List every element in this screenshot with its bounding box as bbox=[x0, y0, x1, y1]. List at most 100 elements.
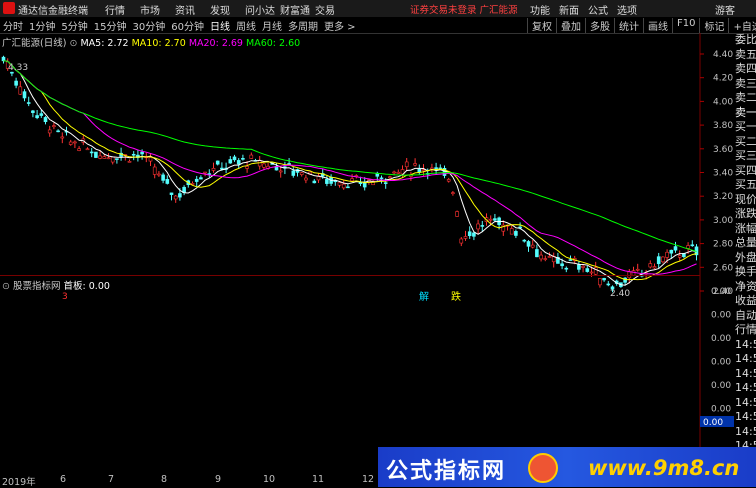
app-name: 通达信金融终端 bbox=[18, 6, 88, 17]
tab-15min[interactable]: 15分钟 bbox=[94, 18, 127, 33]
candle-body bbox=[606, 283, 611, 286]
quote-field-label: 买三 bbox=[735, 149, 756, 162]
candle-body bbox=[396, 171, 401, 174]
candle-body bbox=[161, 174, 165, 181]
title-bar: 通达信金融终端 行情 市场 资讯 发现 问小达 财富通 交易 证券交易未登录 广… bbox=[0, 0, 756, 18]
candle-body bbox=[299, 172, 304, 175]
menu-trade[interactable]: 交易 bbox=[315, 2, 350, 17]
x-label: 2019年 bbox=[2, 477, 36, 488]
candle-body bbox=[52, 125, 56, 127]
candle-body bbox=[56, 130, 60, 133]
candle-body bbox=[60, 136, 65, 139]
candle-body bbox=[451, 192, 455, 194]
tab-1min[interactable]: 1分钟 bbox=[29, 18, 55, 33]
guest-label[interactable]: 游客 bbox=[715, 2, 735, 17]
multi-stock-button[interactable]: 多股 bbox=[585, 18, 614, 33]
ma60-value: MA60: 2.60 bbox=[246, 38, 301, 49]
candle-body bbox=[463, 236, 468, 239]
candle-body bbox=[404, 161, 409, 168]
quote-field-label: 卖五 bbox=[735, 47, 756, 61]
candle-body bbox=[22, 91, 27, 99]
menu-new-page[interactable]: 新面 bbox=[559, 2, 579, 17]
candle-body bbox=[14, 80, 18, 86]
candle-body bbox=[547, 256, 552, 258]
stock-name: 广汇能源(日线) bbox=[2, 38, 67, 49]
mark-button[interactable]: 标记 bbox=[699, 18, 728, 33]
candle-body bbox=[169, 192, 174, 195]
candle-body bbox=[77, 148, 81, 151]
time-axis: 2019年 6 7 8 9 10 11 12 bbox=[0, 473, 378, 488]
restore-rights-button[interactable]: 复权 bbox=[527, 18, 556, 33]
candle-body bbox=[173, 195, 178, 200]
candle-body bbox=[677, 255, 682, 258]
candle-body bbox=[165, 179, 170, 184]
y-tick-label: 3.00 bbox=[713, 216, 733, 226]
candlestick-chart[interactable]: 4.40 4.20 4.00 3.80 3.60 3.40 3.20 3.00 2.80 2.60… bbox=[0, 33, 735, 473]
menu-options[interactable]: 选项 bbox=[617, 2, 637, 17]
candle-body bbox=[539, 254, 543, 260]
tab-60min[interactable]: 60分钟 bbox=[171, 18, 204, 33]
candle-body bbox=[18, 86, 23, 95]
candle-body bbox=[304, 177, 308, 181]
menu-marketplace[interactable]: 市场 bbox=[140, 2, 175, 17]
tab-more[interactable]: 更多 > bbox=[324, 18, 356, 33]
candle-body bbox=[476, 223, 480, 230]
coin-logo-icon bbox=[528, 453, 558, 483]
indicator-settings-icon[interactable]: ⊙ bbox=[2, 281, 10, 292]
menu-function[interactable]: 功能 bbox=[530, 2, 550, 17]
overlay-button[interactable]: 叠加 bbox=[556, 18, 585, 33]
candle-body bbox=[383, 182, 388, 184]
indicator-axis: 0.00 0.00 0.00 0.00 0.00 0.00 bbox=[711, 287, 731, 415]
settings-icon[interactable]: ⊙ bbox=[69, 38, 77, 49]
candle-body bbox=[68, 141, 73, 145]
candle-body bbox=[337, 182, 342, 186]
candle-body bbox=[598, 278, 602, 286]
menu-news[interactable]: 资讯 bbox=[175, 2, 210, 17]
statistics-button[interactable]: 统计 bbox=[614, 18, 643, 33]
tab-weekly[interactable]: 周线 bbox=[236, 18, 256, 33]
candle-body bbox=[215, 160, 220, 165]
tab-monthly[interactable]: 月线 bbox=[262, 18, 282, 33]
candle-body bbox=[152, 166, 157, 175]
menu-formula[interactable]: 公式 bbox=[588, 2, 608, 17]
chart-buttons: 复权 叠加 多股 统计 画线 F10 标记 +自选 ◁ bbox=[527, 18, 756, 33]
quote-field-label: 行情 bbox=[735, 323, 756, 336]
menu-ask[interactable]: 问小达 bbox=[245, 2, 280, 17]
quote-field-label: 自动 bbox=[735, 308, 756, 322]
tab-multi-period[interactable]: 多周期 bbox=[288, 18, 318, 33]
candle-body bbox=[249, 154, 254, 159]
quote-field-label: 收益 bbox=[735, 294, 756, 307]
candle-body bbox=[413, 163, 417, 166]
candle-body bbox=[577, 264, 581, 270]
candle-body bbox=[257, 160, 262, 167]
tab-30min[interactable]: 30分钟 bbox=[132, 18, 165, 33]
quote-field-label: 涨跌 bbox=[735, 207, 756, 220]
tab-intraday[interactable]: 分时 bbox=[3, 18, 23, 33]
candle-body bbox=[102, 156, 107, 159]
candle-body bbox=[388, 176, 392, 179]
candle-body bbox=[211, 167, 216, 171]
y-tick-label: 4.40 bbox=[713, 50, 733, 60]
candle-body bbox=[350, 178, 354, 182]
tab-5min[interactable]: 5分钟 bbox=[61, 18, 87, 33]
candle-body bbox=[110, 156, 115, 163]
candle-body bbox=[480, 225, 485, 227]
f10-button[interactable]: F10 bbox=[672, 18, 699, 33]
quote-field-label: 现价 bbox=[735, 192, 756, 206]
x-label: 12 bbox=[362, 474, 375, 485]
add-favorite-button[interactable]: +自选 bbox=[728, 18, 756, 33]
candle-body bbox=[98, 155, 102, 159]
login-warning[interactable]: 证券交易未登录 广汇能源 bbox=[410, 2, 518, 16]
tab-daily[interactable]: 日线 bbox=[210, 18, 230, 33]
quote-field-label: 14:50 bbox=[735, 395, 756, 409]
candle-body bbox=[89, 151, 94, 154]
menu-wealth[interactable]: 财富通 bbox=[280, 2, 315, 17]
ma20-line bbox=[3, 60, 697, 275]
candle-body bbox=[589, 271, 594, 274]
menu-discover[interactable]: 发现 bbox=[210, 2, 245, 17]
menu-market[interactable]: 行情 bbox=[105, 2, 140, 17]
y-tick-label: 2.80 bbox=[713, 240, 733, 250]
quote-field-label: 买一 bbox=[735, 120, 756, 133]
candle-body bbox=[459, 238, 464, 244]
draw-line-button[interactable]: 画线 bbox=[643, 18, 672, 33]
